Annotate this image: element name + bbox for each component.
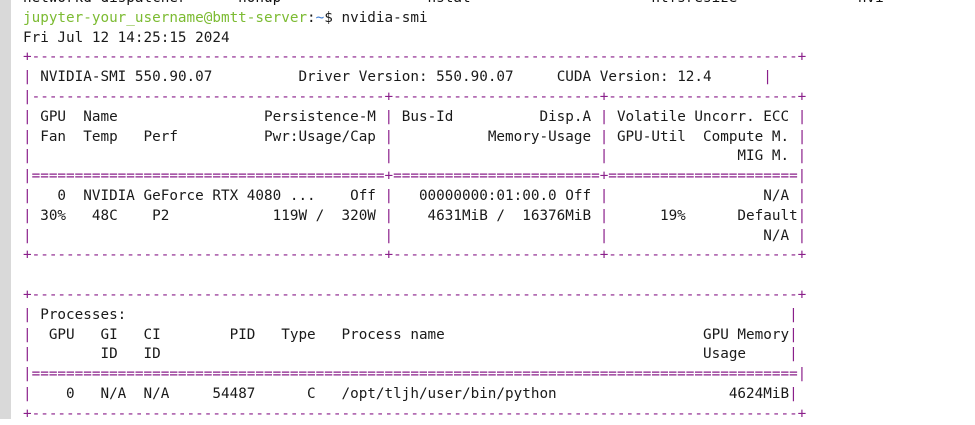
prompt-symbol: $ <box>324 9 342 26</box>
gpu0-power-cell: 30% 48C P2 119W / 320W <box>40 207 376 224</box>
gpu-row-1: | 0 NVIDIA GeForce RTX 4080 ... Off | 00… <box>23 187 975 207</box>
command-text: nvidia-smi <box>341 9 428 26</box>
process-header-row-1: | GPU GI CI PID Type Process name GPU Me… <box>23 326 975 346</box>
window-left-edge <box>0 0 11 419</box>
process-row: | 0 N/A N/A 54487 C /opt/tljh/user/bin/p… <box>23 385 975 405</box>
process-title-row: | Processes: | <box>23 306 975 326</box>
hdr2-col2: Memory-Usage <box>401 128 592 145</box>
command-line: jupyter-your_username@bmtt-server:~$ nvi… <box>23 9 975 29</box>
gpu-row-3: | | | N/A | <box>23 227 975 247</box>
terminal-output[interactable]: networkd-dispatcher nohup nstat ntfsresi… <box>23 0 975 422</box>
gpu-table-border-bottom: +---------------------------------------… <box>23 247 807 264</box>
timestamp: Fri Jul 12 14:25:15 2024 <box>23 29 230 46</box>
prompt-separator: : <box>307 9 316 26</box>
smi-version-row: | NVIDIA-SMI 550.90.07 Driver Version: 5… <box>23 69 772 86</box>
process-header-1: GPU GI CI PID Type Process name GPU Memo… <box>40 326 790 343</box>
process-header-2: ID ID Usage <box>40 346 747 363</box>
hdr1-col2: Bus-Id Disp.A <box>401 108 592 125</box>
gpu0-bus-cell: 00000000:01:00.0 Off <box>401 187 592 204</box>
hdr1-col3: Volatile Uncorr. ECC <box>616 108 790 125</box>
smi-top-border: +---------------------------------------… <box>23 49 807 66</box>
gpu-header-row-2: | Fan Temp Perf Pwr:Usage/Cap | Memory-U… <box>23 128 807 145</box>
gpu-row-2: | 30% 48C P2 119W / 320W | 4631MiB / 163… <box>23 207 975 227</box>
process-header-row-2: | ID ID Usage | <box>23 345 975 365</box>
process-table-border-top: +---------------------------------------… <box>23 286 807 303</box>
hdr3-col3: MIG M. <box>737 148 790 165</box>
process-table-border-bottom: +---------------------------------------… <box>23 405 807 422</box>
gpu0-ecc-cell: N/A <box>763 187 790 204</box>
hdr2-col1: Fan Temp Perf Pwr:Usage/Cap <box>40 128 376 145</box>
gpu0-util-cell: 19% Default <box>616 207 798 224</box>
process-row-0: 0 N/A N/A 54487 C /opt/tljh/user/bin/pyt… <box>40 385 790 402</box>
gpu-table-border-top: |---------------------------------------… <box>23 88 807 105</box>
driver-version: Driver Version: 550.90.07 <box>298 69 514 86</box>
gpu-header-row-3: | | | MIG M. | <box>23 147 975 167</box>
prompt-user-host: jupyter-your_username@bmtt-server <box>23 9 308 26</box>
gpu0-mig-cell: N/A <box>763 227 790 244</box>
gpu-table-border-double: |=======================================… <box>23 168 807 185</box>
previous-output-line: networkd-dispatcher nohup nstat ntfsresi… <box>23 0 975 9</box>
process-table-border-double: |=======================================… <box>23 366 807 383</box>
smi-version: NVIDIA-SMI 550.90.07 <box>40 69 213 86</box>
hdr1-col1: GPU Name Persistence-M <box>40 108 376 125</box>
hdr2-col3: GPU-Util Compute M. <box>616 128 790 145</box>
prompt-path: ~ <box>315 9 325 26</box>
cuda-version: CUDA Version: 12.4 <box>556 69 712 86</box>
gpu0-memory-cell: 4631MiB / 16376MiB <box>401 207 592 224</box>
process-title: Processes: <box>40 306 127 323</box>
gpu0-name-cell: 0 NVIDIA GeForce RTX 4080 ... Off <box>40 187 376 204</box>
gpu-header-row-1: | GPU Name Persistence-M | Bus-Id Disp.A… <box>23 108 807 125</box>
